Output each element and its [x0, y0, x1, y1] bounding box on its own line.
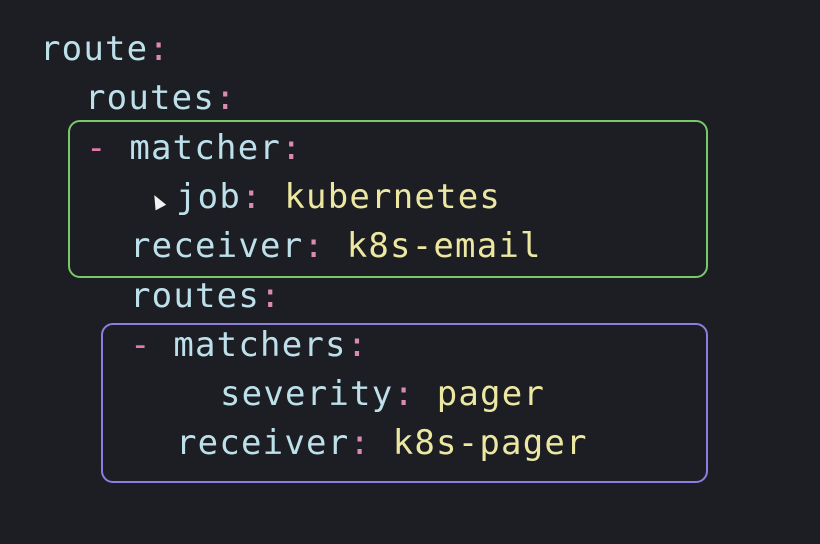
yaml-dash: - [86, 128, 108, 168]
code-line-routes-nested: routes: [130, 271, 282, 321]
code-line-job: job: kubernetes [176, 172, 501, 222]
code-line-routes: routes: [85, 73, 237, 123]
yaml-dash: - [130, 325, 152, 365]
code-line-severity: severity: pager [220, 369, 545, 419]
yaml-key: matcher [129, 128, 282, 168]
yaml-colon: : [215, 78, 237, 118]
code-line-matchers: - matchers: [130, 320, 368, 370]
yaml-colon: : [148, 29, 171, 69]
yaml-colon: : [346, 325, 369, 365]
yaml-key: severity [220, 374, 394, 414]
yaml-colon: : [349, 423, 372, 463]
yaml-colon: : [303, 226, 326, 266]
yaml-key: route [40, 29, 149, 69]
yaml-key: matchers [173, 325, 347, 365]
yaml-value: kubernetes [284, 177, 502, 217]
yaml-key: job [176, 177, 242, 217]
code-line-matcher: - matcher: [86, 123, 303, 173]
code-line-receiver-pager: receiver: k8s-pager [176, 418, 588, 468]
yaml-key: receiver [176, 423, 350, 463]
yaml-value: k8s-pager [392, 423, 588, 463]
yaml-key: routes [130, 276, 261, 316]
yaml-colon: : [393, 374, 416, 414]
yaml-colon: : [281, 128, 303, 168]
yaml-colon: : [260, 276, 282, 316]
code-line-receiver-email: receiver: k8s-email [130, 221, 542, 271]
yaml-colon: : [241, 177, 263, 217]
yaml-key: receiver [130, 226, 304, 266]
code-line-route: route: [40, 24, 170, 74]
yaml-value: k8s-email [346, 226, 542, 266]
yaml-value: pager [436, 374, 546, 414]
yaml-key: routes [85, 78, 216, 118]
code-editor: route: routes: - matcher: job: kubernete… [0, 0, 820, 544]
